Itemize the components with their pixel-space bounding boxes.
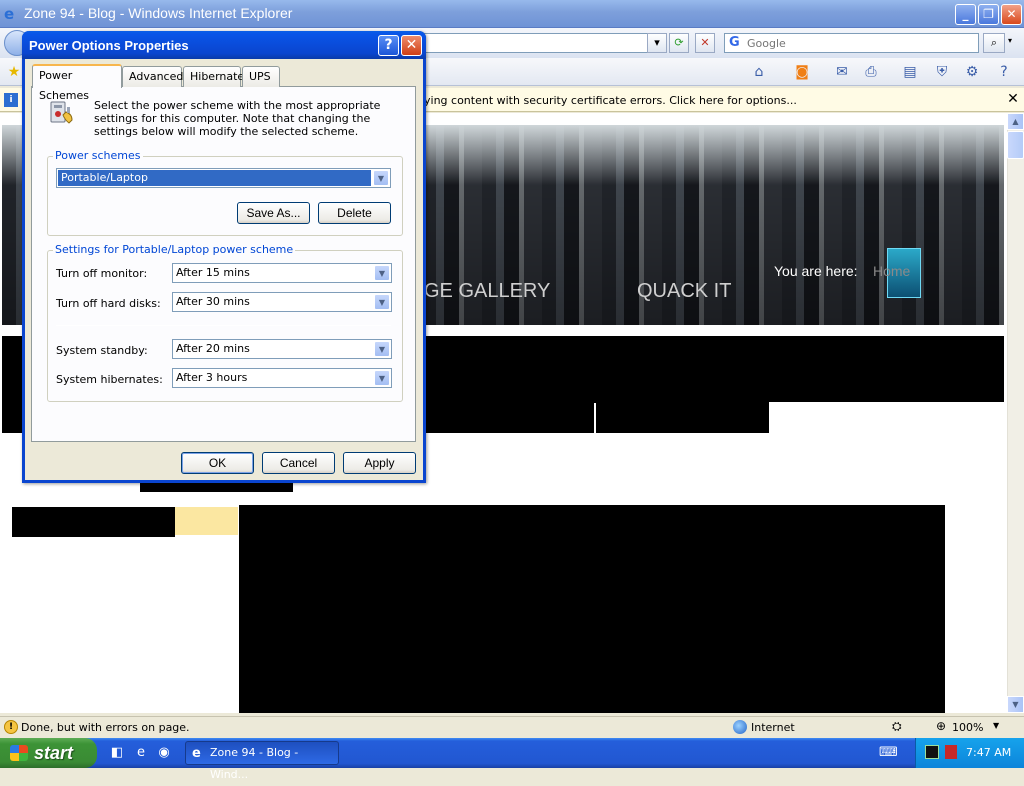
mail-icon[interactable]: ✉ bbox=[828, 62, 856, 82]
nav-item-image-gallery[interactable]: GE GALLERY bbox=[424, 280, 550, 303]
search-options-chevron-down-icon[interactable]: ▾ bbox=[1008, 36, 1012, 45]
taskbar-ie-icon: e bbox=[192, 746, 201, 761]
breadcrumb-home-link[interactable]: Home bbox=[873, 263, 910, 279]
restore-icon[interactable]: ❐ bbox=[978, 4, 999, 25]
windows-flag-icon bbox=[10, 745, 28, 761]
tab-power-schemes[interactable]: Power Schemes bbox=[32, 64, 122, 102]
tab-hibernate[interactable]: Hibernate bbox=[183, 66, 244, 87]
dialog-title: Power Options Properties bbox=[29, 38, 189, 53]
status-text: Done, but with errors on page. bbox=[21, 721, 190, 734]
address-dropdown-icon[interactable]: ▾ bbox=[647, 33, 667, 53]
search-icon[interactable]: ⌕ bbox=[983, 33, 1005, 53]
dialog-close-icon[interactable]: ✕ bbox=[401, 35, 422, 56]
tools-gear-icon[interactable]: ⚙ bbox=[958, 62, 986, 82]
help-icon[interactable]: ? bbox=[990, 62, 1018, 82]
close-icon[interactable]: ✕ bbox=[1001, 4, 1022, 25]
scrollbar-thumb[interactable] bbox=[1007, 131, 1024, 159]
system-standby-select[interactable]: After 20 mins ▼ bbox=[172, 339, 392, 359]
google-icon: G bbox=[729, 35, 740, 50]
sidebar-highlight bbox=[175, 507, 238, 535]
turn-off-monitor-value: After 15 mins bbox=[176, 266, 250, 279]
clock[interactable]: 7:47 AM bbox=[966, 746, 1011, 759]
turn-off-monitor-label: Turn off monitor: bbox=[56, 267, 148, 280]
tray-app-icon[interactable] bbox=[945, 745, 957, 759]
chevron-down-icon[interactable]: ▼ bbox=[374, 294, 390, 310]
turn-off-monitor-select[interactable]: After 15 mins ▼ bbox=[172, 263, 392, 283]
browser-window-title: Zone 94 - Blog - Windows Internet Explor… bbox=[24, 5, 293, 21]
information-bar-message[interactable]: ying content with security certificate e… bbox=[424, 94, 797, 107]
chevron-down-icon[interactable]: ▼ bbox=[374, 265, 390, 281]
taskbar bbox=[0, 738, 1024, 768]
home-icon[interactable]: ⌂ bbox=[745, 62, 773, 82]
sidebar-block bbox=[12, 507, 175, 537]
cancel-button[interactable]: Cancel bbox=[262, 452, 335, 474]
turn-off-hard-disks-select[interactable]: After 30 mins ▼ bbox=[172, 292, 392, 312]
turn-off-hard-disks-label: Turn off hard disks: bbox=[56, 297, 161, 310]
chevron-down-icon[interactable]: ▼ bbox=[374, 370, 390, 386]
power-schemes-group-label: Power schemes bbox=[53, 149, 143, 162]
search-box[interactable]: G bbox=[724, 33, 979, 53]
page-icon[interactable]: ▤ bbox=[896, 62, 924, 82]
ok-button[interactable]: OK bbox=[181, 452, 254, 474]
stop-icon[interactable]: ✕ bbox=[695, 33, 715, 53]
nav-item-quack-it[interactable]: QUACK IT bbox=[637, 280, 731, 303]
power-scheme-select[interactable]: Portable/Laptop ▼ bbox=[56, 168, 391, 188]
system-standby-value: After 20 mins bbox=[176, 342, 250, 355]
settings-divider bbox=[56, 325, 391, 326]
address-bar[interactable] bbox=[424, 33, 664, 53]
save-as-button[interactable]: Save As... bbox=[237, 202, 310, 224]
scroll-down-icon[interactable]: ▼ bbox=[1007, 696, 1024, 713]
system-standby-label: System standby: bbox=[56, 344, 148, 357]
quicklaunch-desktop-icon[interactable]: ◧ bbox=[108, 744, 126, 762]
delete-button[interactable]: Delete bbox=[318, 202, 391, 224]
search-input[interactable] bbox=[745, 35, 975, 51]
refresh-icon[interactable]: ⟳ bbox=[669, 33, 689, 53]
help-icon[interactable]: ? bbox=[378, 35, 399, 56]
chevron-down-icon[interactable]: ▼ bbox=[374, 341, 390, 357]
scheme-settings-group-label: Settings for Portable/Laptop power schem… bbox=[53, 243, 296, 256]
info-shield-icon: i bbox=[4, 93, 18, 107]
print-icon[interactable]: ⎙ bbox=[857, 62, 885, 82]
keyboard-icon[interactable]: ⌨ bbox=[879, 745, 898, 760]
rss-feed-icon[interactable]: ◙ bbox=[788, 62, 816, 82]
warning-icon[interactable]: ! bbox=[4, 720, 18, 734]
apply-button[interactable]: Apply bbox=[343, 452, 416, 474]
zoom-chevron-down-icon[interactable]: ▼ bbox=[993, 721, 999, 730]
dialog-description: Select the power scheme with the most ap… bbox=[94, 99, 381, 138]
zoom-level[interactable]: 100% bbox=[952, 721, 983, 734]
quicklaunch-internet-explorer-icon[interactable]: e bbox=[132, 744, 150, 762]
main-content-block bbox=[239, 505, 945, 713]
chevron-down-icon[interactable]: ▼ bbox=[373, 170, 389, 186]
minimize-icon[interactable]: _ bbox=[955, 4, 976, 25]
breadcrumb-label: You are here: bbox=[774, 263, 858, 279]
security-zone-label: Internet bbox=[751, 721, 795, 734]
zoom-icon[interactable]: ⊕ bbox=[936, 719, 946, 733]
internet-explorer-icon: e bbox=[4, 5, 15, 23]
protected-mode-icon[interactable]: ⛭ bbox=[892, 719, 902, 734]
tab-advanced[interactable]: Advanced bbox=[122, 66, 183, 87]
tab-ups[interactable]: UPS bbox=[242, 66, 280, 87]
tray-monitor-icon[interactable] bbox=[925, 745, 939, 759]
globe-icon bbox=[733, 720, 747, 734]
safety-shield-icon[interactable]: ⛨ bbox=[928, 62, 956, 82]
vertical-scrollbar[interactable] bbox=[1007, 113, 1024, 713]
system-hibernates-select[interactable]: After 3 hours ▼ bbox=[172, 368, 392, 388]
quicklaunch-media-player-icon[interactable]: ◉ bbox=[155, 744, 173, 762]
menu-divider bbox=[594, 403, 596, 433]
system-hibernates-value: After 3 hours bbox=[176, 371, 248, 384]
turn-off-hard-disks-value: After 30 mins bbox=[176, 295, 250, 308]
system-hibernates-label: System hibernates: bbox=[56, 373, 163, 386]
scroll-up-icon[interactable]: ▲ bbox=[1007, 113, 1024, 130]
close-information-bar-icon[interactable]: ✕ bbox=[1005, 91, 1021, 107]
taskbar-item-internet-explorer[interactable]: Zone 94 - Blog - Wind... bbox=[185, 741, 339, 781]
power-scheme-value: Portable/Laptop bbox=[58, 170, 371, 186]
